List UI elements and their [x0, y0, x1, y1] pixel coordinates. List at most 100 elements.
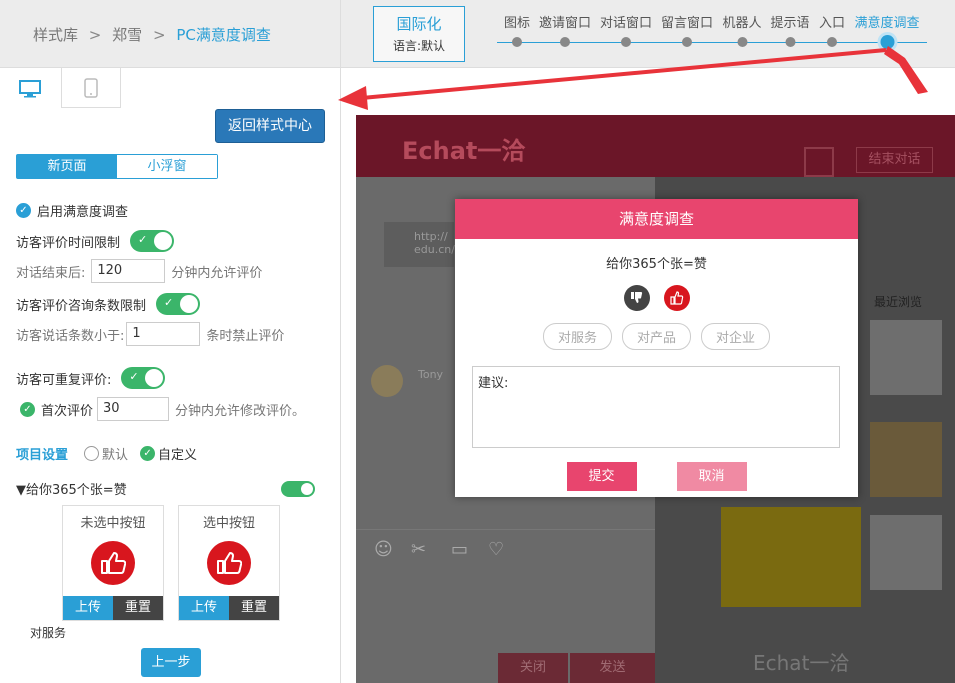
count-limit-toggle[interactable]: ✓: [156, 293, 201, 315]
count-limit-input[interactable]: 1: [126, 322, 201, 346]
reset-button[interactable]: 重置: [229, 596, 279, 620]
rating-tags: 对服务 对产品 对企业: [455, 323, 858, 350]
radio-custom-label: 自定义: [158, 448, 198, 463]
card-title: 选中按钮: [202, 516, 255, 531]
time-limit-suffix: 分钟内允许评价: [171, 265, 263, 281]
radio-custom-checked-icon[interactable]: ✓: [140, 446, 156, 461]
step-tips[interactable]: 提示语: [770, 12, 810, 47]
selected-button-card: 选中按钮 上传 重置: [178, 505, 280, 621]
step-label: 机器人: [722, 16, 762, 31]
intl-title: 国际化: [396, 15, 442, 33]
suggestion-textarea[interactable]: 建议:: [472, 366, 840, 448]
arrow-head: [338, 86, 368, 110]
back-to-style-center-button[interactable]: 返回样式中心: [215, 109, 325, 143]
heart-icon[interactable]: ♡: [488, 539, 504, 560]
count-limit-row: 访客评价咨询条数限制 ✓: [16, 293, 201, 315]
modal-question: 给你365个张=赞: [606, 257, 707, 272]
step-robot[interactable]: 机器人: [722, 12, 762, 47]
step-progress: 图标 邀请窗口 对话窗口 留言窗口 机器人 提示语 入口 满意度调查: [497, 12, 927, 52]
step-label: 邀请窗口: [538, 16, 592, 31]
step-entry[interactable]: 入口: [819, 12, 845, 47]
time-limit-input-row: 对话结束后: 120 分钟内允许评价: [16, 259, 262, 283]
breadcrumb-root[interactable]: 样式库: [33, 26, 78, 44]
time-limit-toggle[interactable]: ✓: [130, 230, 175, 252]
first-eval-row: ✓ 首次评价 30 分钟内允许修改评价。: [20, 397, 305, 421]
submit-button[interactable]: 提交: [566, 462, 637, 491]
count-limit-suffix: 条时禁止评价: [206, 328, 285, 344]
step-satisfaction[interactable]: 满意度调查: [854, 12, 920, 49]
recent-browse-title: 最近浏览: [874, 295, 923, 309]
tag-service[interactable]: 对服务: [542, 323, 612, 350]
item-toggle[interactable]: [281, 481, 315, 497]
first-eval-input[interactable]: 30: [97, 397, 170, 421]
top-bar: 样式库 > 郑雪 > PC满意度调查 国际化 语言:默认 图标 邀请窗口 对话窗…: [0, 0, 955, 68]
rating-buttons: [455, 285, 858, 311]
enable-survey-row[interactable]: ✓ 启用满意度调查: [16, 201, 128, 220]
breadcrumb-separator: >: [152, 26, 166, 44]
check-icon[interactable]: ✓: [20, 401, 35, 417]
footer-logo: Echat一洽: [753, 651, 850, 675]
emoji-icon[interactable]: ☺: [374, 539, 393, 560]
upload-button[interactable]: 上传: [179, 596, 229, 620]
phone-icon: [84, 78, 98, 102]
step-dot: [620, 37, 631, 47]
upload-button[interactable]: 上传: [63, 596, 113, 620]
step-label: 对话窗口: [599, 16, 653, 31]
monitor-icon: [19, 80, 41, 102]
toggle-check-icon: ✓: [129, 370, 139, 383]
step-dot: [559, 37, 570, 47]
step-dot: [736, 37, 747, 47]
promo-banner: [721, 507, 861, 607]
tab-new-page[interactable]: 新页面: [17, 155, 117, 178]
modal-actions: 提交 取消: [455, 462, 858, 491]
mode-tabs: 新页面 小浮窗: [16, 154, 218, 179]
url-message: http:// edu.cn/: [384, 222, 455, 267]
internationalization-box[interactable]: 国际化 语言:默认: [373, 6, 465, 62]
first-eval-label: 首次评价: [41, 403, 94, 419]
scissors-icon[interactable]: ✂: [411, 539, 426, 560]
step-chat[interactable]: 对话窗口: [599, 12, 653, 47]
thumbs-down-icon[interactable]: [623, 285, 650, 311]
step-dot: [511, 37, 522, 47]
toggle-knob: [154, 232, 173, 250]
card-actions: 上传 重置: [179, 596, 279, 620]
tag-product[interactable]: 对产品: [621, 323, 691, 350]
send-button[interactable]: 发送: [570, 653, 655, 683]
thumbs-up-icon: [91, 541, 135, 585]
tab-mobile[interactable]: [61, 68, 121, 108]
project-settings-label: 项目设置: [16, 448, 69, 463]
reset-button[interactable]: 重置: [113, 596, 163, 620]
cancel-button[interactable]: 取消: [676, 462, 747, 491]
folder-icon[interactable]: ▭: [451, 539, 468, 560]
toggle-knob: [145, 369, 164, 387]
previous-step-button[interactable]: 上一步: [141, 648, 201, 677]
step-dot: [826, 37, 837, 47]
radio-default[interactable]: [84, 446, 100, 461]
time-limit-row: 访客评价时间限制 ✓: [16, 230, 175, 252]
unselected-button-card: 未选中按钮 上传 重置: [62, 505, 164, 621]
breadcrumb-mid[interactable]: 郑雪: [112, 26, 142, 44]
repeat-toggle[interactable]: ✓: [121, 367, 166, 389]
toggle-check-icon: ✓: [138, 233, 148, 246]
time-limit-input[interactable]: 120: [91, 259, 166, 283]
count-limit-label: 访客评价咨询条数限制: [16, 298, 147, 314]
step-dot: [784, 37, 795, 47]
avatar: [371, 365, 403, 397]
step-invite[interactable]: 邀请窗口: [538, 12, 592, 47]
count-limit-input-row: 访客说话条数小于: 1 条时禁止评价: [16, 322, 284, 346]
item-row[interactable]: ▼给你365个张=赞: [16, 479, 127, 498]
after-chat-label: 对话结束后:: [16, 265, 86, 281]
step-message[interactable]: 留言窗口: [661, 12, 713, 47]
tab-float-window[interactable]: 小浮窗: [117, 155, 217, 178]
product-thumbnail: [870, 320, 942, 395]
divider: [356, 529, 655, 530]
breadcrumb-current: PC满意度调查: [176, 26, 271, 44]
tab-desktop[interactable]: [0, 68, 60, 108]
thumbs-up-icon[interactable]: [663, 285, 690, 311]
close-button[interactable]: 关闭: [498, 653, 568, 683]
step-icon[interactable]: 图标: [503, 12, 531, 47]
thumbs-up-icon: [207, 541, 251, 585]
step-label: 图标: [503, 16, 531, 31]
tag-company[interactable]: 对企业: [701, 323, 771, 350]
end-chat-button[interactable]: 结束对话: [856, 147, 933, 173]
